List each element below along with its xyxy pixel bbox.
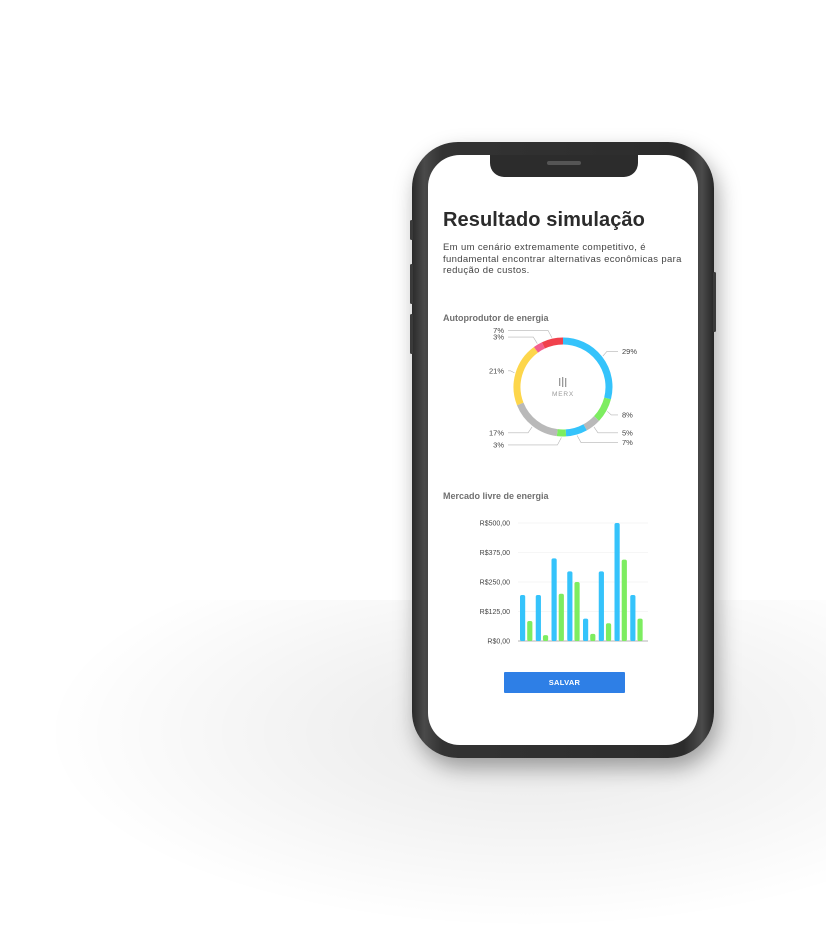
donut-slice-label: 7% [622, 438, 633, 447]
bar-chart-bar [527, 620, 533, 641]
bar-chart-bar [520, 594, 526, 641]
bar-chart-y-tick: R$125,00 [480, 609, 510, 616]
volume-down-button [410, 314, 413, 354]
bar-chart-y-tick: R$0,00 [487, 639, 510, 646]
bar-chart-bar [542, 635, 549, 641]
bar-chart-bar [558, 593, 564, 641]
phone-frame: Resultado simulação Em um cenário extrem… [410, 142, 716, 758]
page-description: Em um cenário extremamente competitivo, … [443, 242, 682, 276]
save-button[interactable]: SALVAR [504, 672, 625, 693]
donut-slice-label: 3% [493, 440, 504, 449]
bar-chart-bar [574, 582, 580, 641]
bar-chart-bar [630, 594, 636, 641]
section-label-autoprodutor: Autoprodutor de energia [443, 313, 549, 323]
donut-slice [513, 346, 539, 406]
donut-slice-label: 17% [489, 428, 504, 437]
merx-logo-text: MERX [552, 391, 574, 398]
donut-slice-label: 7% [493, 326, 504, 335]
bar-chart-y-tick: R$375,00 [480, 550, 510, 557]
volume-up-button [410, 264, 413, 304]
donut-slice [516, 402, 558, 437]
donut-leader-line [576, 435, 618, 443]
bar-chart-y-tick: R$500,00 [480, 521, 510, 528]
donut-leader-line [508, 336, 538, 344]
bar-chart-y-tick: R$250,00 [480, 580, 510, 587]
bar-chart-bar [551, 558, 557, 641]
donut-leader-line [508, 370, 515, 374]
speaker-grille [547, 161, 581, 165]
bar-chart-bar [590, 633, 596, 641]
notch [490, 155, 638, 177]
donut-slice [583, 416, 600, 431]
donut-slice [541, 337, 564, 349]
bar-chart-bar [621, 559, 627, 641]
bar-chart-bar [567, 571, 573, 641]
bar-chart-bar [535, 594, 541, 641]
donut-slice [533, 342, 545, 353]
donut-slice-label: 8% [622, 410, 633, 419]
donut-slice [593, 397, 611, 421]
donut-slice-label: 5% [622, 428, 633, 437]
donut-leader-line [508, 437, 562, 446]
mute-switch [410, 220, 413, 240]
donut-leader-line [593, 426, 618, 434]
bar-chart-bar [614, 523, 620, 641]
bar-chart-bar [637, 618, 643, 641]
donut-slice [565, 424, 587, 437]
page-title: Resultado simulação [443, 209, 645, 231]
power-button [713, 272, 716, 332]
donut-leader-line [602, 351, 618, 357]
donut-slice [562, 337, 613, 400]
bar-chart-bar [598, 571, 604, 641]
bar-chart-bar [605, 623, 612, 641]
section-label-mercado-livre: Mercado livre de energia [443, 491, 549, 501]
donut-slice-label: 29% [622, 347, 637, 356]
donut-leader-line [508, 330, 553, 338]
phone-screen: Resultado simulação Em um cenário extrem… [428, 155, 698, 745]
bar-chart: R$0,00 R$125,00 R$250,00 R$375,00 R$500,00 [480, 521, 648, 646]
donut-chart: 29%8%5%7%3%17%21%3%7% MERX [489, 326, 637, 450]
bar-chart-bar [583, 618, 589, 641]
donut-leader-line [508, 426, 533, 434]
donut-slice-label: 21% [489, 366, 504, 375]
donut-leader-line [607, 411, 618, 416]
merx-logo: MERX [552, 377, 574, 398]
